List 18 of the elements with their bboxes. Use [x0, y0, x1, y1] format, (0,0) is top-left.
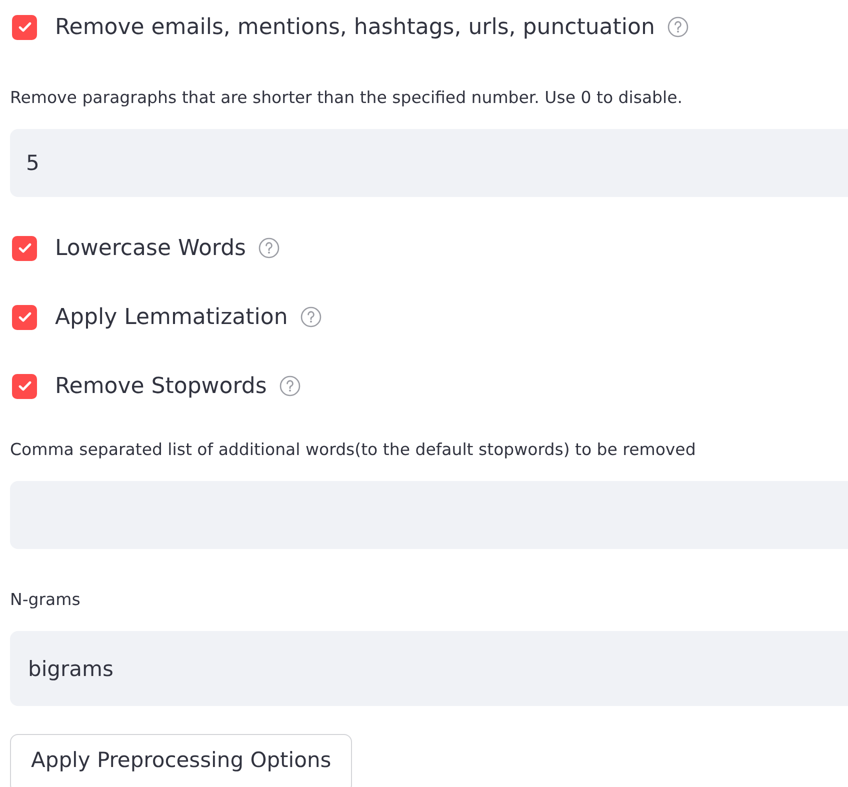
apply-button[interactable]: Apply Preprocessing Options — [10, 734, 352, 787]
checkbox[interactable] — [12, 304, 37, 330]
checkbox-label: Lowercase Words — [55, 236, 246, 260]
checkbox-label: Remove emails, mentions, hashtags, urls, punctuation — [55, 14, 655, 40]
checkbox[interactable] — [12, 374, 37, 398]
help-icon[interactable] — [278, 375, 301, 397]
number-input[interactable]: 5 — [10, 129, 848, 197]
help-icon[interactable] — [258, 237, 280, 259]
checkbox[interactable] — [12, 236, 37, 260]
field-label: N-grams — [10, 590, 80, 609]
help-icon[interactable] — [300, 306, 322, 328]
checkbox[interactable] — [12, 14, 37, 40]
field-label: Remove paragraphs that are shorter than the specified number. Use 0 to disable. — [10, 88, 683, 107]
checkbox-label: Apply Lemmatization — [55, 304, 288, 330]
checkbox-label: Remove Stopwords — [55, 374, 267, 398]
help-icon[interactable] — [666, 16, 689, 38]
field-label: Comma separated list of additional words(to the default stopwords) to be removed — [10, 440, 696, 459]
select-field[interactable]: bigrams — [10, 631, 848, 706]
